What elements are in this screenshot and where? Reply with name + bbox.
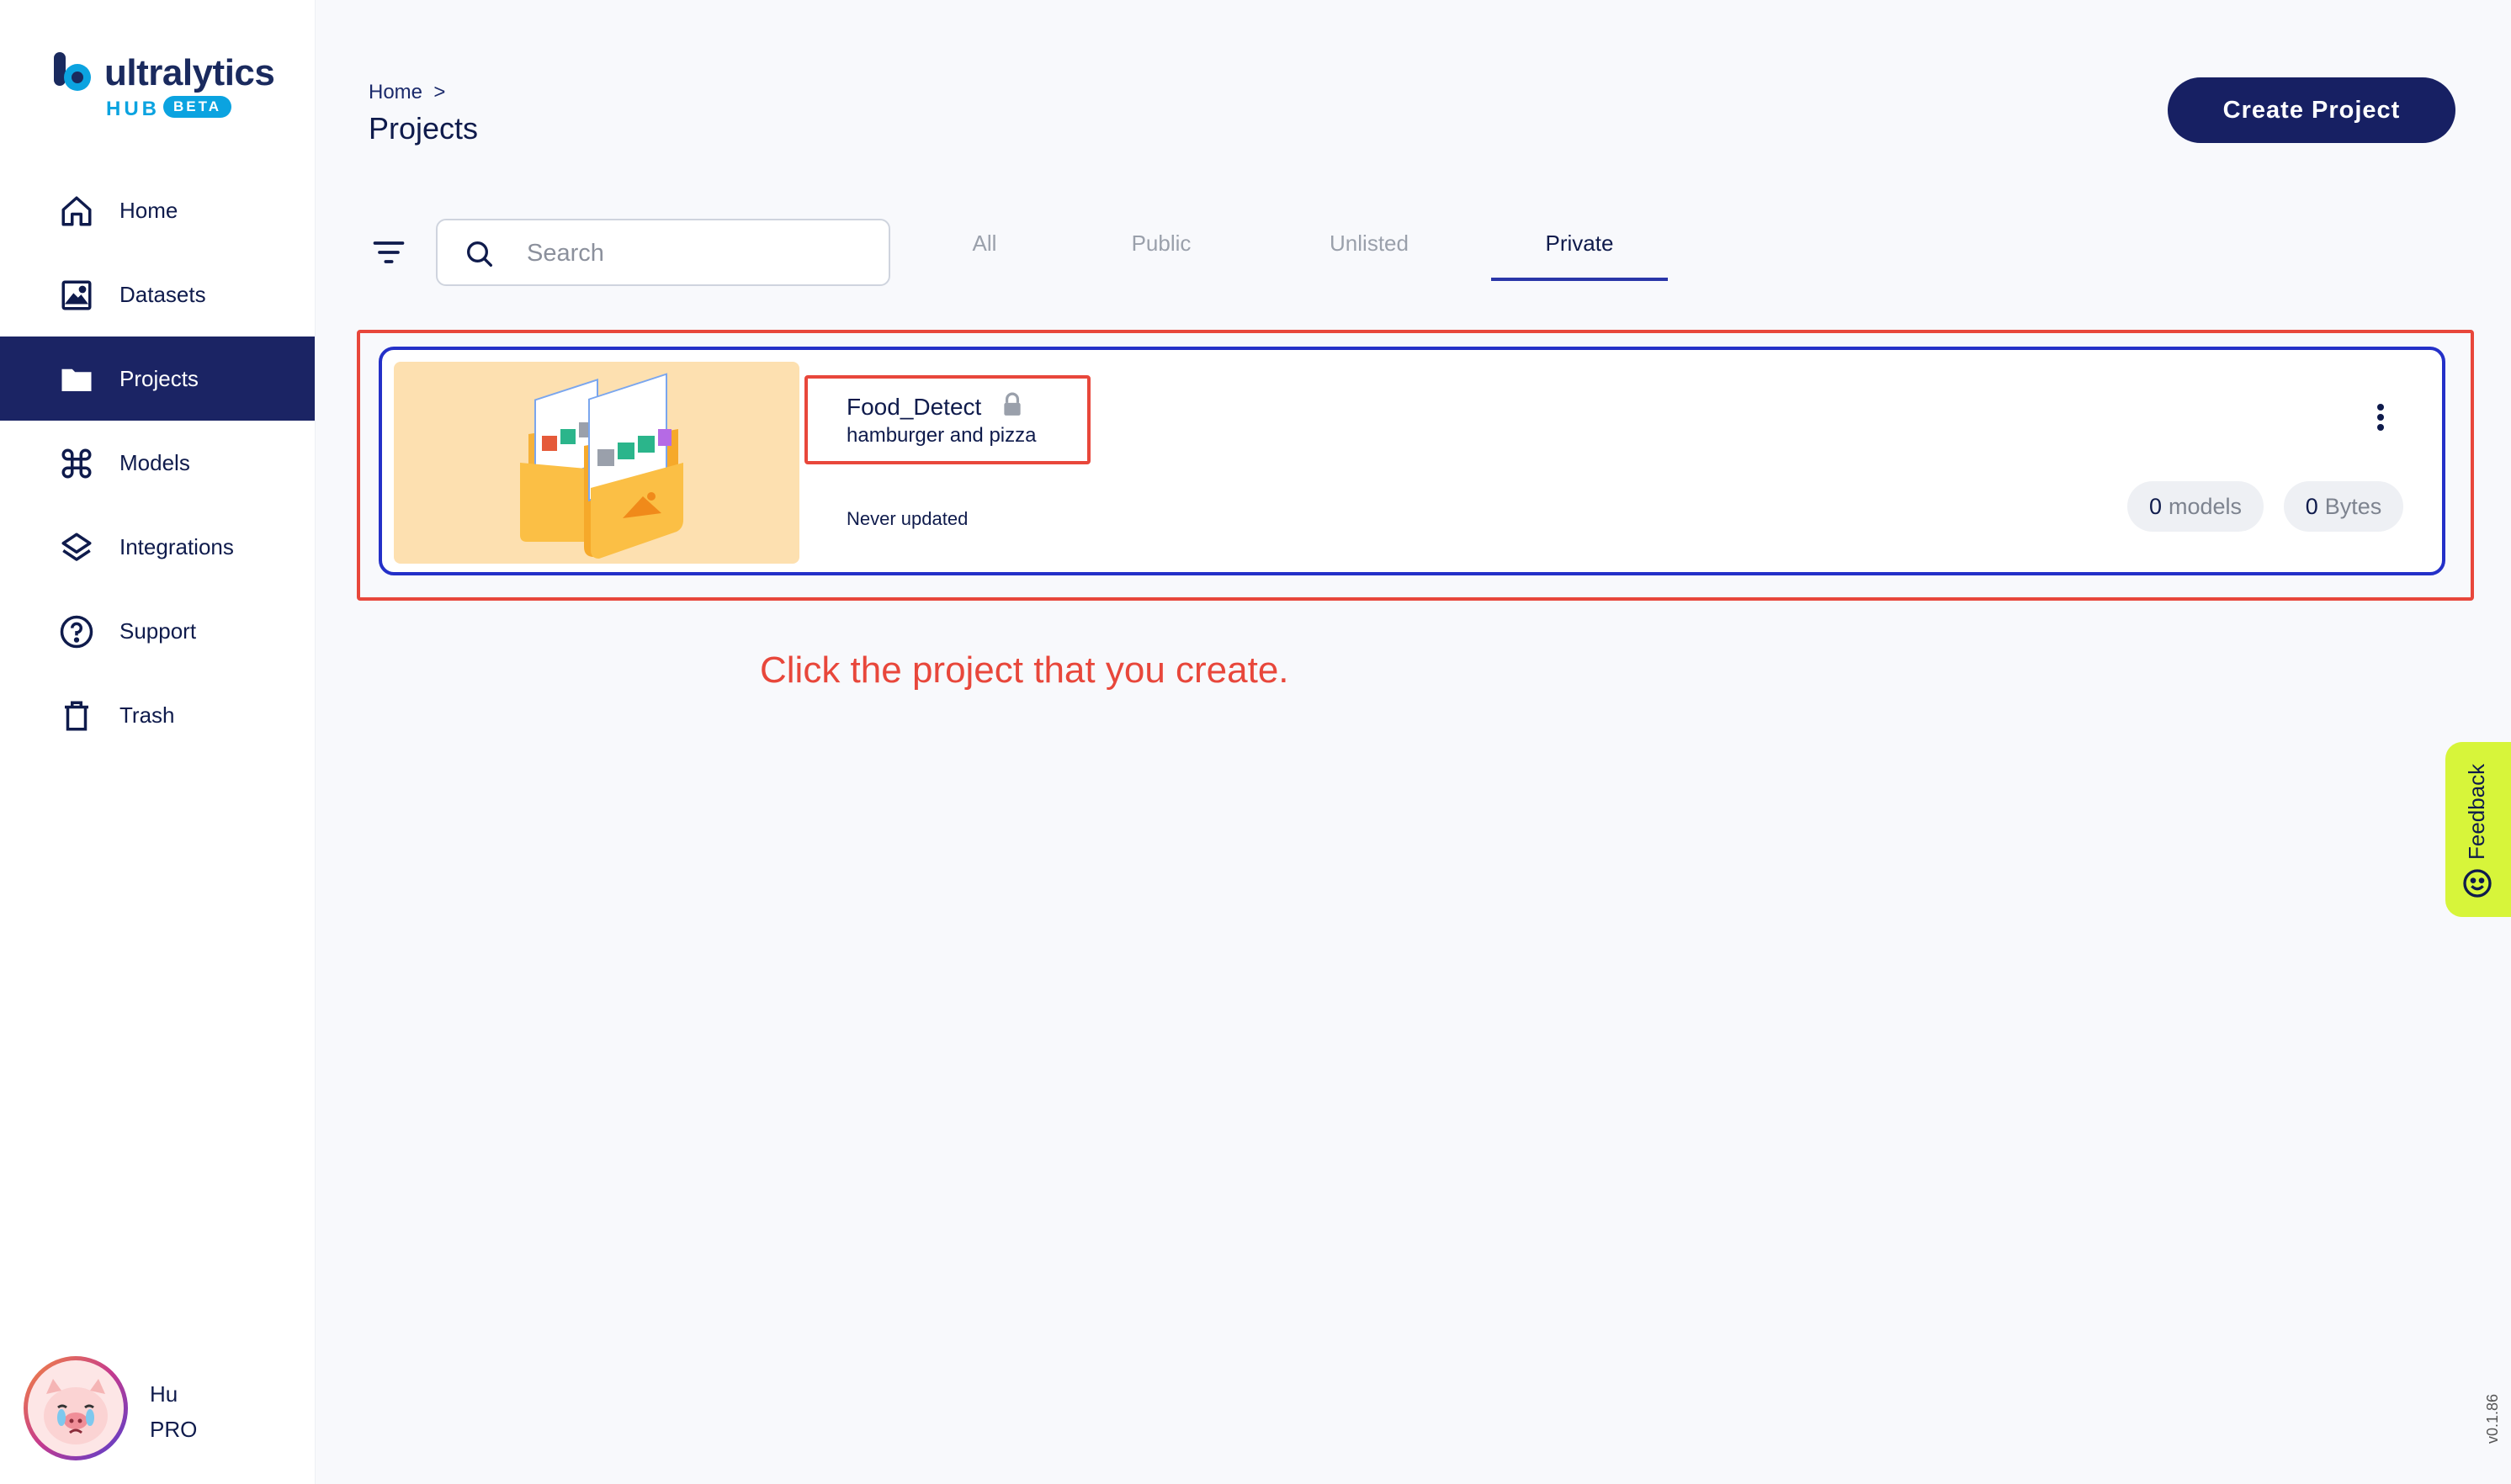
folder-icon — [61, 368, 92, 391]
feedback-tab[interactable]: Feedback — [2445, 742, 2511, 917]
project-thumbnail — [394, 362, 799, 564]
layers-icon — [61, 533, 92, 561]
instruction-annotation: Click the project that you create. — [760, 649, 1289, 691]
sidebar: ultralytics HUB BETA Home Datasets Proje… — [0, 0, 316, 1484]
user-name: Hu — [150, 1381, 178, 1407]
sidebar-nav: Home Datasets Projects Models Integratio… — [0, 168, 315, 757]
filter-icon[interactable] — [370, 234, 407, 271]
feedback-label: Feedback — [2464, 763, 2489, 860]
sidebar-item-label: Datasets — [119, 281, 206, 307]
tab-all[interactable]: All — [959, 231, 1010, 257]
models-count: 0 — [2148, 493, 2162, 519]
sidebar-item-label: Home — [119, 197, 178, 223]
avatar[interactable] — [24, 1356, 128, 1460]
tab-unlisted[interactable]: Unlisted — [1321, 231, 1417, 257]
active-tab-indicator — [1491, 278, 1668, 281]
version-label: v0.1.86 — [2484, 1393, 2501, 1444]
project-updated: Never updated — [847, 508, 969, 529]
sidebar-item-trash[interactable]: Trash — [0, 673, 315, 757]
tab-private[interactable]: Private — [1530, 231, 1629, 257]
sidebar-item-label: Models — [119, 449, 190, 475]
lock-icon — [1004, 392, 1021, 416]
sidebar-item-datasets[interactable]: Datasets — [0, 252, 315, 337]
command-icon — [61, 448, 92, 479]
project-description: hamburger and pizza — [847, 424, 1037, 447]
smiley-icon — [2463, 869, 2492, 898]
sidebar-item-projects[interactable]: Projects — [0, 337, 315, 421]
page-title: Projects — [369, 111, 479, 146]
project-name[interactable]: Food_Detect — [847, 394, 981, 421]
search-input[interactable] — [525, 234, 865, 273]
trash-icon — [65, 701, 88, 731]
breadcrumb[interactable]: Home > — [369, 81, 445, 104]
search-box[interactable] — [436, 219, 890, 286]
brand-name: ultralytics — [104, 52, 275, 93]
search-icon — [467, 241, 492, 267]
sidebar-item-support[interactable]: Support — [0, 589, 315, 673]
sidebar-item-label: Trash — [119, 702, 175, 728]
user-plan: PRO — [150, 1417, 198, 1442]
help-circle-icon — [60, 615, 93, 649]
user-profile[interactable]: Hu PRO — [24, 1356, 293, 1464]
pig-avatar-illustration — [44, 1379, 108, 1444]
size-unit: Bytes — [2324, 493, 2382, 519]
tab-public[interactable]: Public — [1119, 231, 1203, 257]
image-icon — [61, 280, 92, 310]
sidebar-item-home[interactable]: Home — [0, 168, 315, 252]
create-project-button[interactable]: Create Project — [2168, 77, 2455, 143]
more-options-icon[interactable] — [2368, 400, 2393, 437]
project-card[interactable]: Food_Detect hamburger and pizza Never up… — [379, 347, 2445, 575]
models-count-badge: 0 models — [2127, 481, 2264, 532]
ultralytics-logo[interactable]: ultralytics HUB BETA — [52, 47, 288, 123]
sidebar-item-integrations[interactable]: Integrations — [0, 505, 315, 589]
beta-badge: BETA — [163, 96, 232, 118]
sidebar-item-models[interactable]: Models — [0, 421, 315, 505]
sidebar-item-label: Integrations — [119, 533, 234, 559]
size-value: 0 — [2305, 493, 2318, 519]
brand-hub: HUB — [106, 98, 160, 120]
models-label: models — [2168, 493, 2243, 519]
sidebar-item-label: Projects — [119, 365, 199, 391]
storage-size-badge: 0 Bytes — [2284, 481, 2403, 532]
ultralytics-logo-mark — [54, 52, 91, 91]
sidebar-item-label: Support — [119, 617, 197, 644]
folder-illustration — [520, 373, 683, 559]
home-icon — [61, 196, 92, 226]
